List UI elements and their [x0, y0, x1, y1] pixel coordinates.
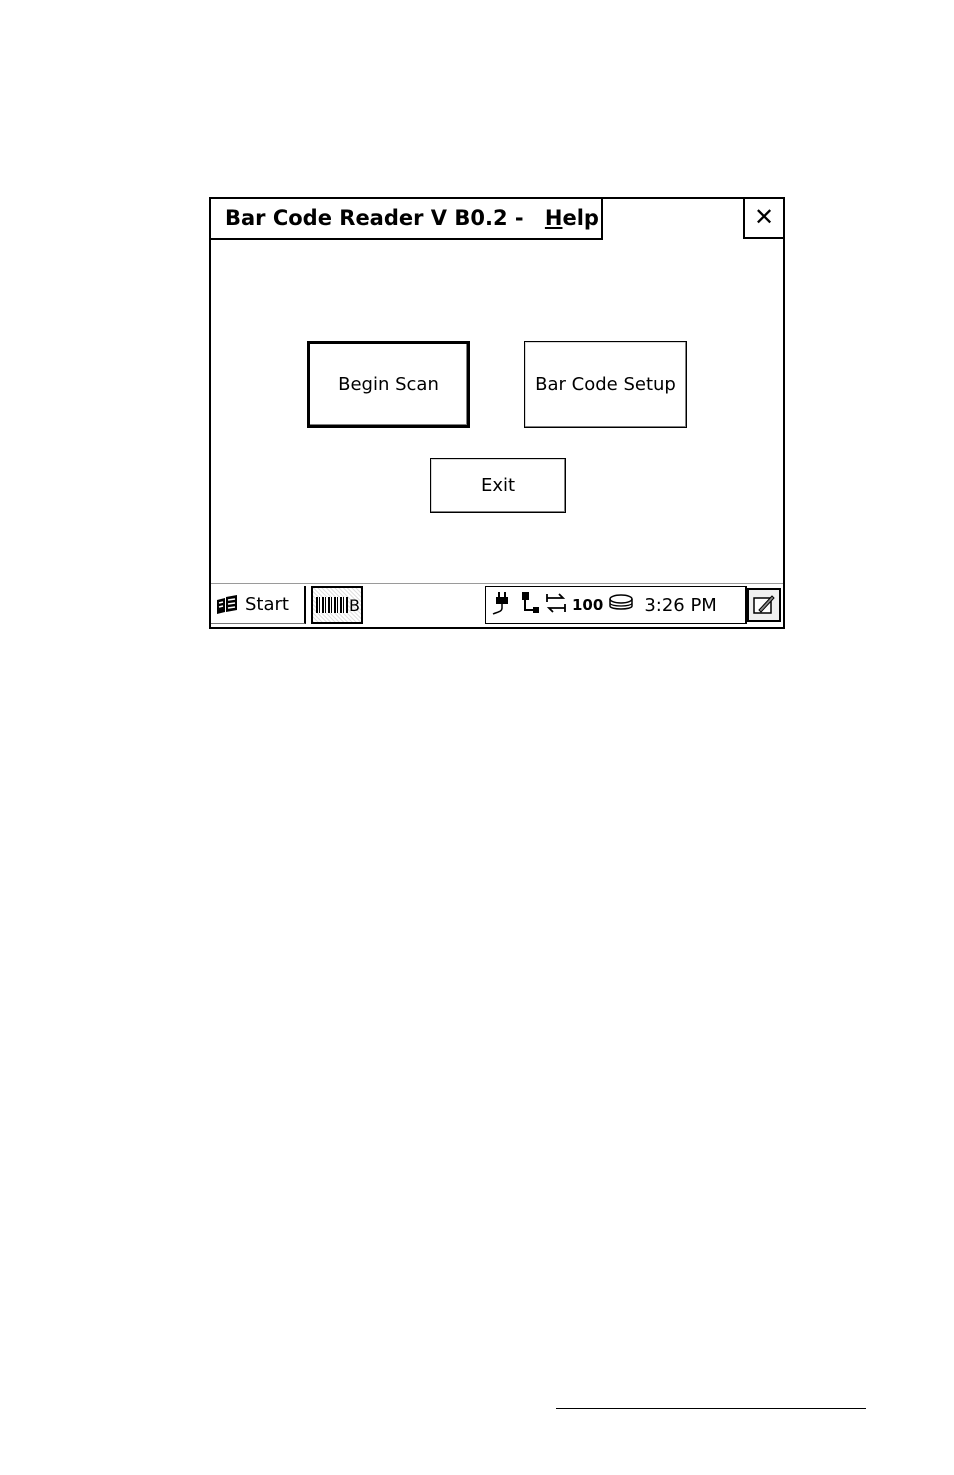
start-button[interactable]: Start — [211, 586, 306, 624]
exit-button[interactable]: Exit — [430, 458, 566, 513]
help-menu-mnemonic: H — [544, 206, 563, 230]
taskbar-app-label: B — [349, 595, 360, 615]
network-icon[interactable] — [520, 590, 540, 620]
disk-icon[interactable] — [608, 593, 634, 617]
footer-rule — [556, 1408, 866, 1409]
close-button[interactable]: ✕ — [743, 199, 783, 239]
help-menu[interactable]: Help — [545, 206, 599, 230]
show-desktop-button[interactable] — [747, 588, 781, 622]
system-tray: 100 3:26 PM — [485, 586, 747, 624]
desktop-icon — [753, 595, 775, 614]
clock[interactable]: 3:26 PM — [644, 595, 717, 616]
power-plug-icon[interactable] — [491, 590, 515, 620]
volume-100-icon[interactable]: 100 — [572, 596, 603, 614]
barcode-icon — [316, 597, 348, 613]
begin-scan-button[interactable]: Begin Scan — [307, 341, 470, 428]
title-bar: Bar Code Reader V B0.2 - Help — [211, 199, 603, 240]
taskbar: Start B 100 3:26 PM — [211, 583, 783, 627]
help-menu-rest: elp — [562, 206, 599, 230]
windows-flag-icon — [215, 594, 241, 616]
device-screen: Bar Code Reader V B0.2 - Help ✕ Begin Sc… — [209, 197, 785, 629]
sync-icon[interactable] — [545, 592, 567, 618]
close-icon: ✕ — [753, 203, 775, 231]
start-label: Start — [245, 594, 289, 615]
taskbar-app-button[interactable]: B — [311, 586, 363, 624]
window-title: Bar Code Reader V B0.2 - — [225, 206, 524, 230]
bar-code-setup-button[interactable]: Bar Code Setup — [524, 341, 687, 428]
